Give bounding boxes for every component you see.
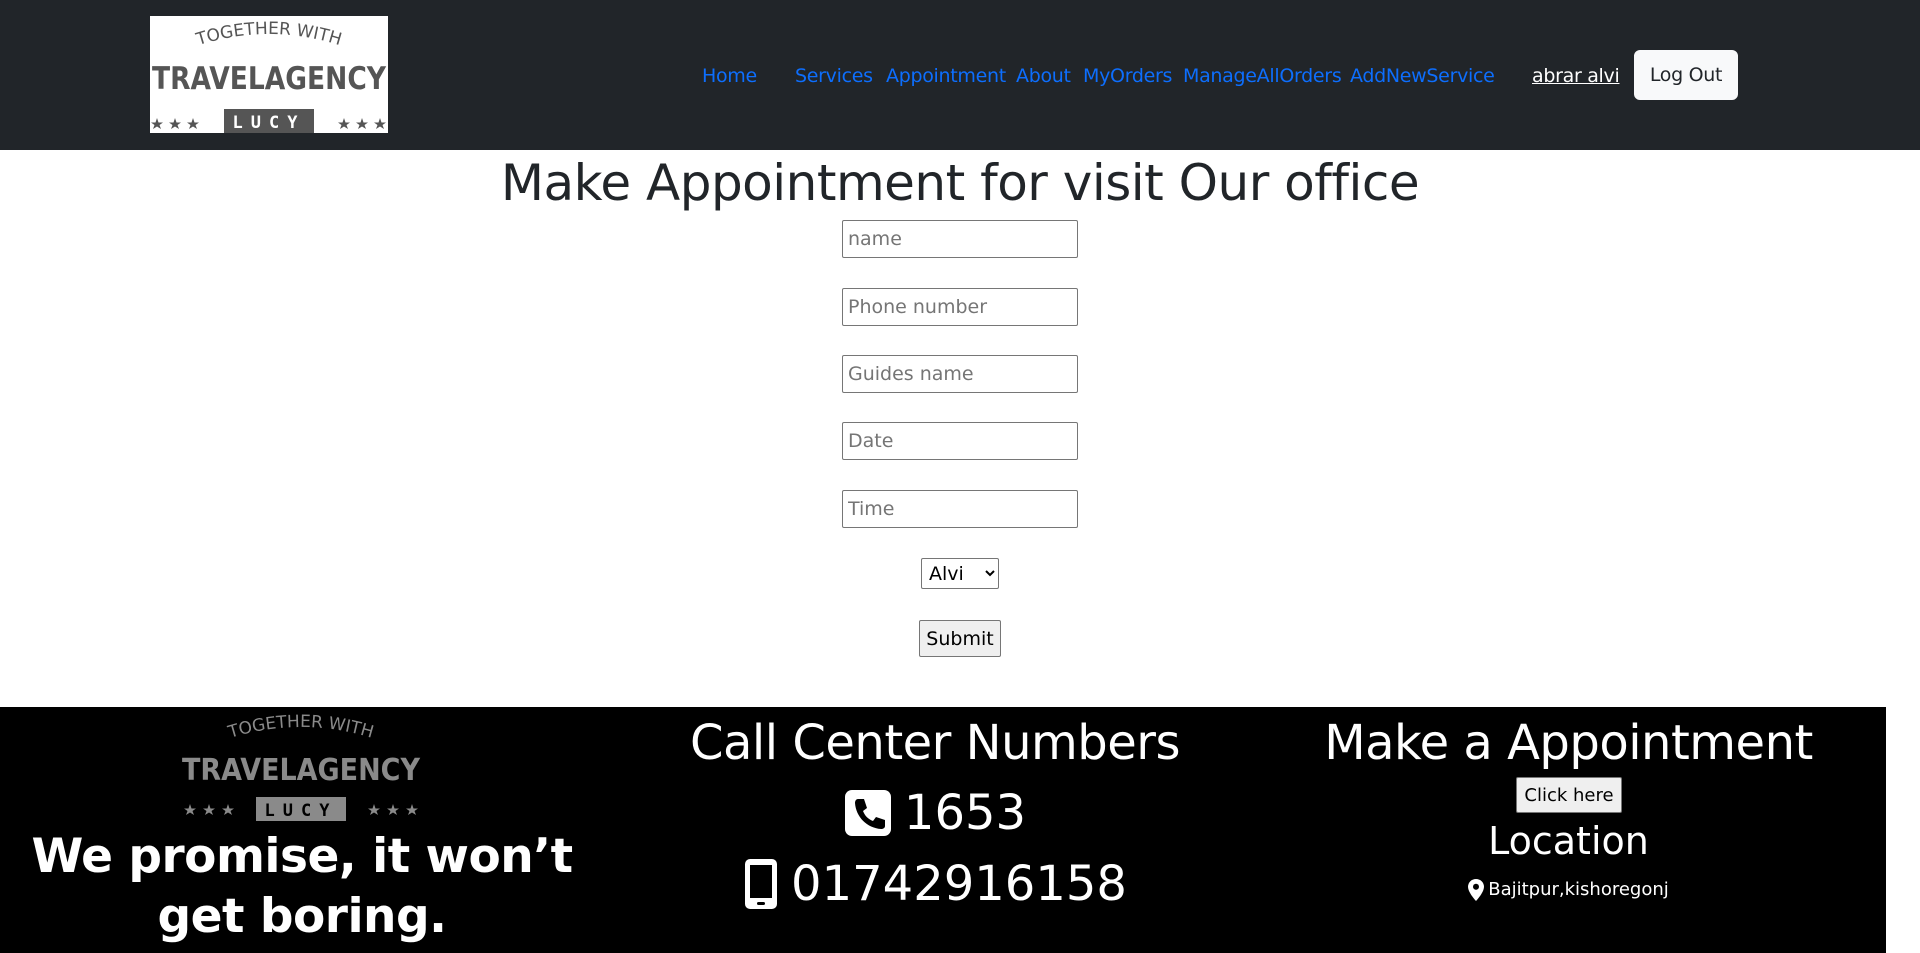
- nav-link-services[interactable]: Services: [795, 58, 873, 94]
- footer-logo-icon: TOGETHER WITH TRAVELAGENCY LUCY: [182, 712, 421, 821]
- mobile-phone-icon: [745, 859, 778, 909]
- nav-link-about[interactable]: About: [1016, 58, 1071, 94]
- svg-text:LUCY: LUCY: [233, 113, 306, 133]
- logo[interactable]: TOGETHER WITH TRAVELAGENCY LUCY: [150, 16, 388, 133]
- submit-button[interactable]: Submit: [919, 620, 1001, 657]
- phone-input[interactable]: [842, 288, 1078, 326]
- nav-link-home[interactable]: Home: [702, 58, 757, 94]
- phone-number-landline: 1653: [903, 785, 1027, 841]
- navbar: TOGETHER WITH TRAVELAGENCY LUCY Home Ser…: [0, 0, 1920, 150]
- phone-line-mobile: 01742916158: [604, 851, 1266, 917]
- location-title: Location: [1488, 819, 1649, 863]
- name-input[interactable]: [842, 220, 1078, 258]
- time-input[interactable]: [842, 490, 1078, 528]
- date-input[interactable]: [842, 422, 1078, 460]
- click-here-button[interactable]: Click here: [1516, 777, 1622, 813]
- svg-text:TOGETHER WITH: TOGETHER WITH: [193, 19, 344, 50]
- call-center-title: Call Center Numbers: [690, 715, 1181, 771]
- user-name-link[interactable]: abrar alvi: [1532, 58, 1620, 94]
- phone-line-landline: 1653: [604, 780, 1266, 846]
- guide-select[interactable]: Alvi: [921, 558, 999, 589]
- svg-text:TRAVELAGENCY: TRAVELAGENCY: [182, 753, 421, 788]
- phone-number-mobile: 01742916158: [791, 856, 1127, 912]
- travelagency-logo-icon: TOGETHER WITH TRAVELAGENCY LUCY: [151, 19, 386, 133]
- logout-button[interactable]: Log Out: [1634, 50, 1738, 100]
- nav-link-manageallorders[interactable]: ManageAllOrders: [1183, 58, 1342, 94]
- nav-link-appointment[interactable]: Appointment: [886, 58, 1006, 94]
- page-title: Make Appointment for visit Our office: [500, 154, 1420, 212]
- footer: TOGETHER WITH TRAVELAGENCY LUCY We promi…: [0, 707, 1886, 953]
- map-pin-icon: [1468, 879, 1485, 901]
- location-text: Bajitpur,kishoregonj: [1488, 879, 1669, 900]
- nav-link-myorders[interactable]: MyOrders: [1083, 58, 1172, 94]
- guide-name-input[interactable]: [842, 355, 1078, 393]
- svg-text:TRAVELAGENCY: TRAVELAGENCY: [152, 61, 386, 97]
- phone-icon: [844, 790, 891, 836]
- location-line: Bajitpur,kishoregonj: [1266, 875, 1871, 905]
- svg-text:LUCY: LUCY: [265, 801, 338, 821]
- nav-link-addnewservice[interactable]: AddNewService: [1350, 58, 1495, 94]
- svg-text:TOGETHER WITH: TOGETHER WITH: [225, 712, 376, 743]
- appointment-title: Make a Appointment: [1324, 715, 1813, 771]
- promise-text: We promise, it won’t get boring.: [31, 829, 573, 944]
